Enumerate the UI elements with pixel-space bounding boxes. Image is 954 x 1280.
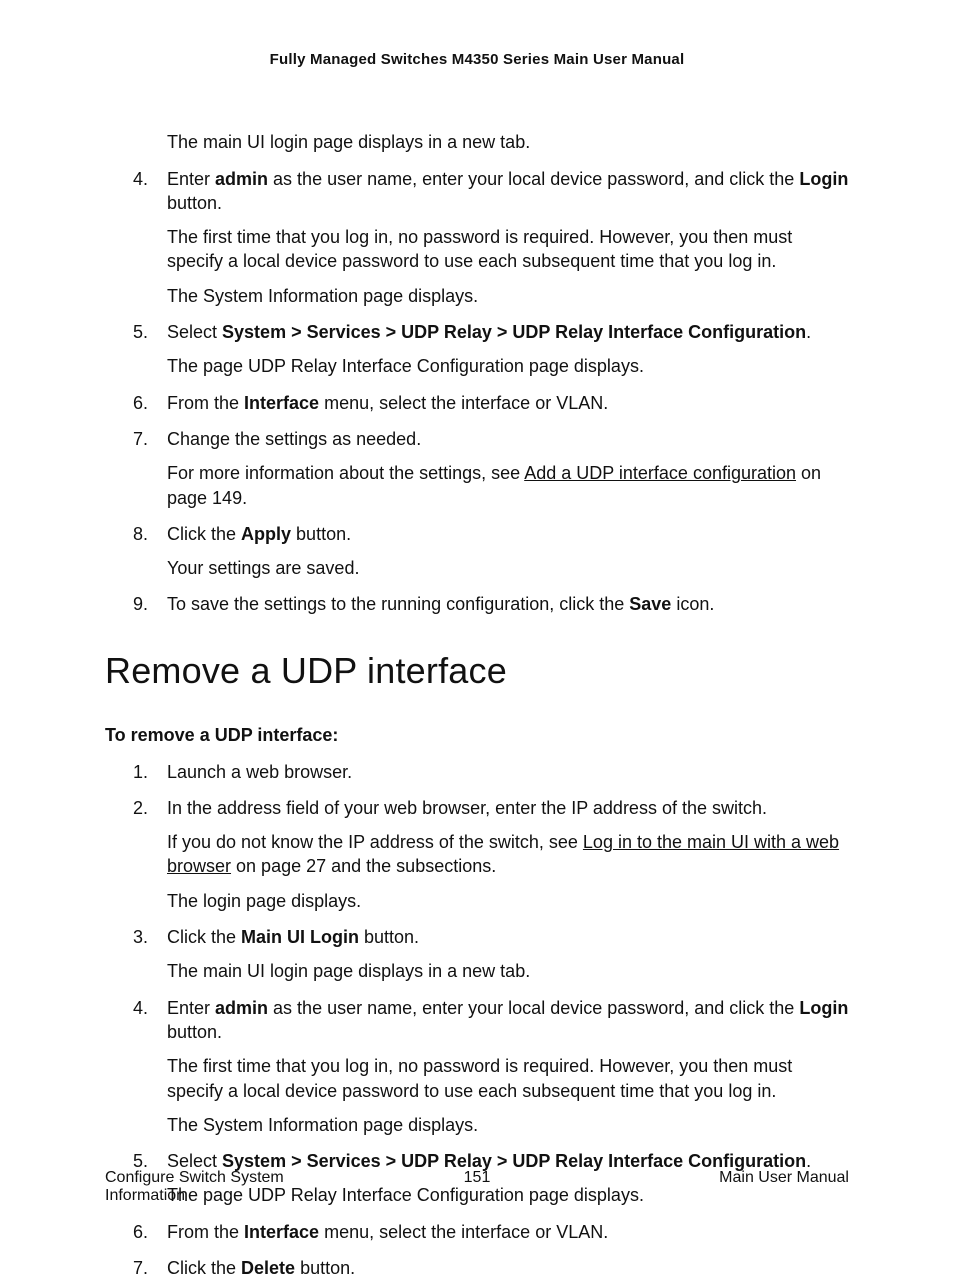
page-content: Fully Managed Switches M4350 Series Main… <box>0 0 954 1280</box>
step-detail: The page UDP Relay Interface Configurati… <box>167 354 849 378</box>
step-8a: 8. Click the Apply button. Your settings… <box>133 522 849 581</box>
step-6b: 6. From the Interface menu, select the i… <box>133 1220 849 1244</box>
step-3b: 3. Click the Main UI Login button. The m… <box>133 925 849 984</box>
footer-section-title: Configure Switch System Information <box>105 1169 325 1205</box>
step-detail: The System Information page displays. <box>167 284 849 308</box>
step-detail: The first time that you log in, no passw… <box>167 1054 849 1103</box>
step-2b: 2. In the address field of your web brow… <box>133 796 849 913</box>
step-detail: The login page displays. <box>167 889 849 913</box>
step-1b: 1. Launch a web browser. <box>133 760 849 784</box>
step-text: From the Interface menu, select the inte… <box>167 391 849 415</box>
page-footer: Configure Switch System Information 151 … <box>105 1169 849 1205</box>
step-text: Launch a web browser. <box>167 760 849 784</box>
step-text: In the address field of your web browser… <box>167 796 849 820</box>
continuation-text: The main UI login page displays in a new… <box>167 130 849 154</box>
step-text: Change the settings as needed. <box>167 427 849 451</box>
step-text: Click the Apply button. <box>167 522 849 546</box>
step-text: Select System > Services > UDP Relay > U… <box>167 320 849 344</box>
footer-doc-title: Main User Manual <box>629 1169 849 1187</box>
step-number: 5. <box>133 320 148 344</box>
step-9a: 9. To save the settings to the running c… <box>133 592 849 616</box>
step-number: 7. <box>133 1256 148 1280</box>
step-detail: The first time that you log in, no passw… <box>167 225 849 274</box>
step-text: Enter admin as the user name, enter your… <box>167 167 849 216</box>
step-number: 2. <box>133 796 148 820</box>
step-detail: The System Information page displays. <box>167 1113 849 1137</box>
cross-ref-link[interactable]: Add a UDP interface configuration <box>524 463 796 483</box>
step-7b: 7. Click the Delete button. <box>133 1256 849 1280</box>
step-text: Click the Delete button. <box>167 1256 849 1280</box>
step-7a: 7. Change the settings as needed. For mo… <box>133 427 849 510</box>
running-header: Fully Managed Switches M4350 Series Main… <box>105 50 849 70</box>
step-4a: 4. Enter admin as the user name, enter y… <box>133 167 849 308</box>
step-text: From the Interface menu, select the inte… <box>167 1220 849 1244</box>
section-heading: Remove a UDP interface <box>105 647 849 696</box>
step-detail: For more information about the settings,… <box>167 461 849 510</box>
step-number: 4. <box>133 167 148 191</box>
step-text: To save the settings to the running conf… <box>167 592 849 616</box>
procedure-intro: To remove a UDP interface: <box>105 723 849 747</box>
step-4b: 4. Enter admin as the user name, enter y… <box>133 996 849 1137</box>
step-detail: The main UI login page displays in a new… <box>167 959 849 983</box>
step-detail: Your settings are saved. <box>167 556 849 580</box>
step-5a: 5. Select System > Services > UDP Relay … <box>133 320 849 379</box>
step-number: 6. <box>133 1220 148 1244</box>
step-number: 4. <box>133 996 148 1020</box>
step-number: 1. <box>133 760 148 784</box>
step-number: 9. <box>133 592 148 616</box>
step-number: 7. <box>133 427 148 451</box>
step-6a: 6. From the Interface menu, select the i… <box>133 391 849 415</box>
step-number: 8. <box>133 522 148 546</box>
steps-list-a: 4. Enter admin as the user name, enter y… <box>133 167 849 617</box>
page-number: 151 <box>464 1169 491 1187</box>
step-number: 6. <box>133 391 148 415</box>
step-text: Click the Main UI Login button. <box>167 925 849 949</box>
step-text: Enter admin as the user name, enter your… <box>167 996 849 1045</box>
step-number: 3. <box>133 925 148 949</box>
step-detail: If you do not know the IP address of the… <box>167 830 849 879</box>
